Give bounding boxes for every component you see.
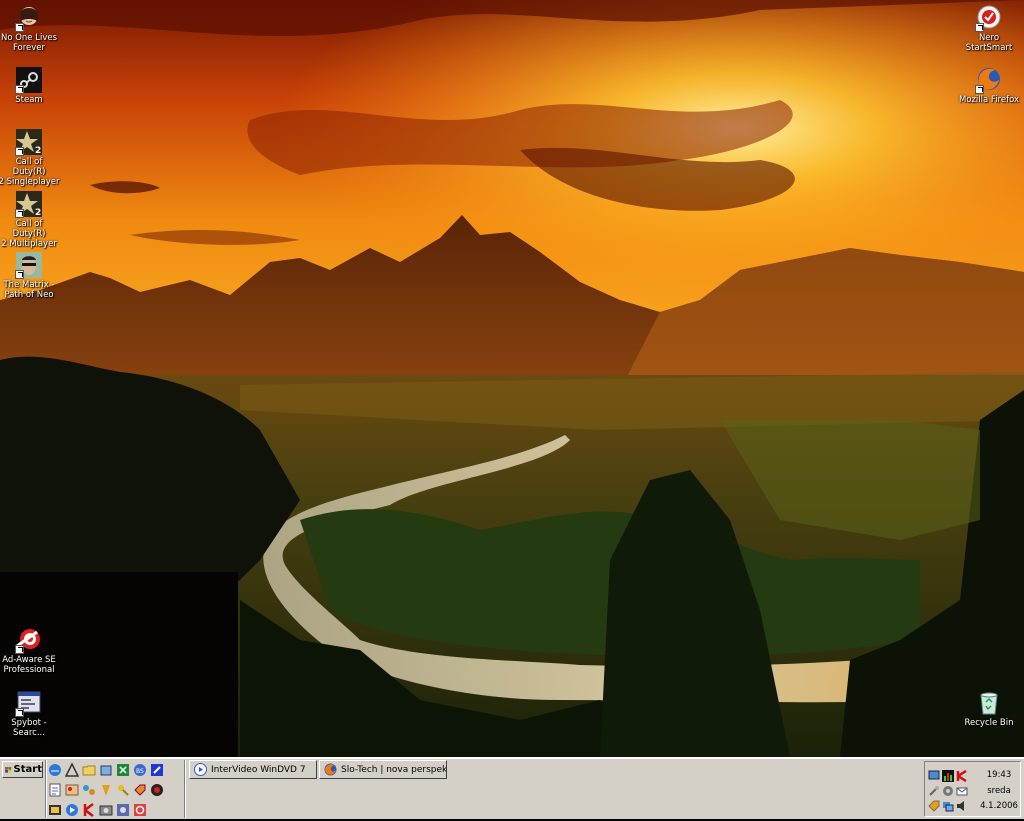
spybot-icon: [15, 689, 43, 717]
taskbar-separator: [45, 760, 47, 818]
system-tray: 19:43 sreda 4.1.2006: [924, 761, 1021, 817]
matrix-icon: [15, 251, 43, 279]
monitor-icon[interactable]: [928, 770, 940, 782]
speaker-icon[interactable]: [956, 800, 968, 812]
start-label: Start: [13, 764, 42, 775]
acrobat-icon[interactable]: [65, 762, 79, 777]
recycle-bin-icon: [975, 689, 1003, 717]
network-icon[interactable]: [82, 783, 96, 797]
folder-icon[interactable]: [82, 763, 96, 777]
tools-icon[interactable]: [928, 785, 940, 797]
firefox-icon: [975, 66, 1003, 94]
circle-icon[interactable]: [133, 803, 147, 817]
dot-icon[interactable]: [150, 783, 164, 797]
taskbar: Start BS InterVideo WinDVD 7 Slo-Tech | …: [0, 757, 1024, 819]
cod2-icon: 2: [15, 190, 43, 218]
desktop-icon-label: Call of Duty(R) 2 Multiplayer: [1, 219, 57, 249]
task-label: InterVideo WinDVD 7: [211, 764, 306, 775]
nero-icon: [975, 4, 1003, 32]
desktop-icon-cod2-singleplayer[interactable]: 2 Call of Duty(R) 2 Singleplayer: [0, 126, 60, 187]
desktop-icon-label: Nero StartSmart: [965, 33, 1013, 53]
windvd-icon: [194, 763, 207, 776]
svg-text:BS: BS: [136, 768, 144, 775]
photo-icon[interactable]: [99, 803, 113, 817]
paint-icon[interactable]: [65, 783, 79, 797]
desktop-icon-label: Mozilla Firefox: [958, 95, 1020, 105]
clock-day: sreda: [987, 786, 1011, 796]
desktop-icon-steam[interactable]: Steam: [0, 64, 60, 105]
desktop-icon-nero[interactable]: Nero StartSmart: [958, 2, 1020, 53]
tool-icon[interactable]: [99, 763, 113, 777]
network-icon[interactable]: [942, 800, 954, 812]
firefox-icon: [324, 763, 337, 776]
notepad-icon[interactable]: [48, 783, 62, 797]
svg-text:2: 2: [35, 146, 41, 156]
desktop-icon-adaware[interactable]: Ad-Aware SE Professional: [0, 624, 60, 675]
play-icon[interactable]: [65, 803, 79, 817]
windows-logo-icon: [5, 766, 12, 773]
task-button-windvd[interactable]: InterVideo WinDVD 7: [189, 760, 317, 779]
desktop-icon-label: No One Lives Forever: [0, 33, 58, 53]
clock-date: 4.1.2006: [980, 801, 1018, 811]
kaspersky-icon[interactable]: [82, 802, 96, 817]
nolf-icon: [15, 4, 43, 32]
desktop-icon-label: Call of Duty(R) 2 Singleplayer: [0, 157, 60, 187]
start-button[interactable]: Start: [2, 761, 43, 778]
ie-icon[interactable]: [48, 763, 62, 777]
adaware-icon: [15, 626, 43, 654]
steam-icon: [15, 66, 43, 94]
shield-icon[interactable]: [942, 785, 954, 797]
disc-icon[interactable]: [116, 803, 130, 817]
dvd-icon[interactable]: [150, 763, 164, 777]
desktop-icon-nolf[interactable]: No One Lives Forever: [0, 2, 60, 53]
desktop-icon-label: Spybot - Searc...: [11, 718, 47, 738]
desktop-icon-matrix[interactable]: The Matrix - Path of Neo: [0, 249, 60, 300]
taskbar-separator: [184, 760, 186, 818]
task-button-firefox[interactable]: Slo-Tech | nova perspekt...: [319, 760, 447, 779]
task-label: Slo-Tech | nova perspekt...: [341, 764, 447, 775]
tag-icon[interactable]: [928, 800, 940, 812]
kaspersky-icon[interactable]: [956, 770, 968, 782]
excel-icon[interactable]: [116, 763, 130, 777]
bs-icon[interactable]: BS: [133, 763, 147, 777]
desktop-icon-label: Recycle Bin: [964, 718, 1014, 728]
desktop-icon-firefox[interactable]: Mozilla Firefox: [958, 64, 1020, 105]
sc-icon[interactable]: [48, 803, 62, 817]
desktop-icon-spybot[interactable]: Spybot - Searc...: [0, 687, 60, 738]
desktop-icon-cod2-multiplayer[interactable]: 2 Call of Duty(R) 2 Multiplayer: [0, 188, 60, 249]
clock-time[interactable]: 19:43: [979, 770, 1019, 780]
winamp-icon[interactable]: [99, 783, 113, 797]
desktop-icon-label: Steam: [15, 95, 43, 105]
mail-icon[interactable]: [956, 785, 968, 797]
tag-icon[interactable]: [133, 783, 147, 797]
desktop-icon-recycle-bin[interactable]: Recycle Bin: [958, 687, 1020, 728]
desktop-icon-label: Ad-Aware SE Professional: [2, 655, 56, 675]
key-icon[interactable]: [116, 783, 130, 797]
cod2-icon: 2: [15, 128, 43, 156]
svg-text:2: 2: [35, 208, 41, 218]
quick-launch-toolbar: BS: [48, 761, 178, 821]
meter-icon[interactable]: [942, 770, 954, 782]
desktop-icon-label: The Matrix - Path of Neo: [3, 280, 55, 300]
